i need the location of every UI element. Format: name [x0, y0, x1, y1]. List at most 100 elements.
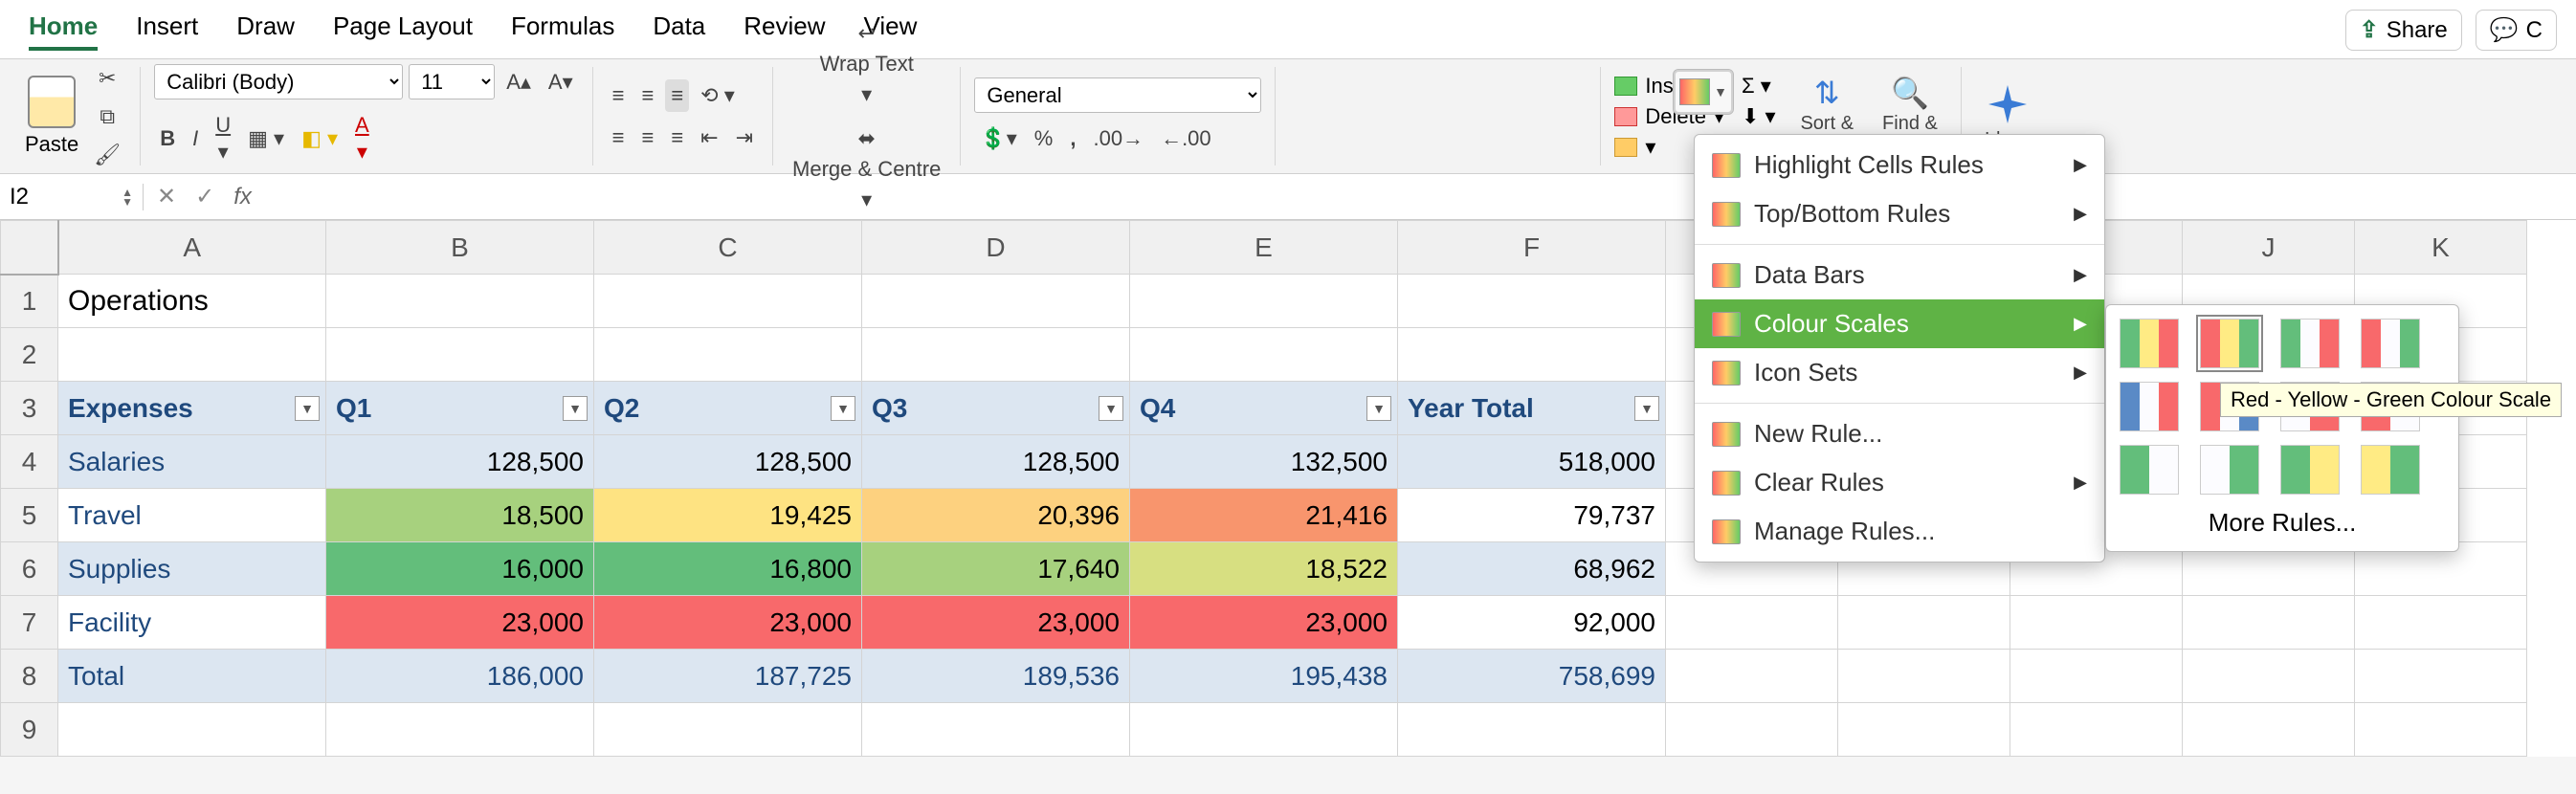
cell-total-q[interactable]: 189,536	[862, 650, 1130, 703]
cell-data[interactable]: 17,640	[862, 542, 1130, 596]
colour-scale-swatch-2[interactable]	[2280, 319, 2340, 368]
column-header-B[interactable]: B	[326, 221, 594, 275]
column-header-A[interactable]: A	[58, 221, 326, 275]
cf-item-manage-rules-[interactable]: Manage Rules...	[1695, 507, 2104, 556]
select-all-corner[interactable]	[1, 221, 58, 275]
cell-data[interactable]: 20,396	[862, 489, 1130, 542]
cell-data[interactable]: 21,416	[1130, 489, 1398, 542]
more-rules-button[interactable]: More Rules...	[2120, 495, 2445, 538]
header-q3[interactable]: Q3▼	[862, 382, 1130, 435]
enter-formula-button[interactable]: ✓	[195, 183, 214, 210]
cell-data[interactable]: 18,522	[1130, 542, 1398, 596]
cell-data[interactable]: 16,000	[326, 542, 594, 596]
cell-E2[interactable]	[1130, 328, 1398, 382]
filter-button-3[interactable]: ▼	[1099, 396, 1123, 421]
cell-A1[interactable]: Operations	[58, 275, 326, 328]
menu-tab-draw[interactable]: Draw	[236, 11, 295, 51]
decrease-indent-button[interactable]: ⇤	[695, 121, 723, 154]
cell-total[interactable]: 68,962	[1398, 542, 1666, 596]
row-header-2[interactable]: 2	[1, 328, 58, 382]
cell-data[interactable]: 19,425	[594, 489, 862, 542]
align-bottom-button[interactable]: ≡	[665, 79, 689, 112]
cell-data[interactable]: 128,500	[326, 435, 594, 489]
cf-item-data-bars[interactable]: Data Bars▶	[1695, 251, 2104, 299]
row-header-5[interactable]: 5	[1, 489, 58, 542]
cell-total-q[interactable]: 195,438	[1130, 650, 1398, 703]
filter-button-4[interactable]: ▼	[1366, 396, 1391, 421]
format-painter-button[interactable]: 🖌	[88, 139, 126, 171]
cell-data[interactable]: 23,000	[1130, 596, 1398, 650]
filter-button-2[interactable]: ▼	[831, 396, 855, 421]
cf-item-highlight-cells-rules[interactable]: Highlight Cells Rules▶	[1695, 141, 2104, 189]
cell-data[interactable]: 23,000	[862, 596, 1130, 650]
cell-data[interactable]: 18,500	[326, 489, 594, 542]
colour-scale-swatch-10[interactable]	[2280, 445, 2340, 495]
cf-item-icon-sets[interactable]: Icon Sets▶	[1695, 348, 2104, 397]
comments-button[interactable]: 💬C	[2476, 10, 2557, 51]
align-middle-button[interactable]: ≡	[635, 79, 659, 112]
row-header-3[interactable]: 3	[1, 382, 58, 435]
borders-button[interactable]: ▦ ▾	[242, 122, 290, 155]
menu-tab-insert[interactable]: Insert	[136, 11, 198, 51]
align-top-button[interactable]: ≡	[607, 79, 631, 112]
underline-button[interactable]: U ▾	[210, 109, 236, 168]
italic-button[interactable]: I	[187, 122, 204, 155]
row-label-total[interactable]: Total	[58, 650, 326, 703]
fx-icon[interactable]: fx	[233, 184, 252, 210]
fill-button[interactable]: ⬇ ▾	[1742, 104, 1777, 129]
colour-scale-swatch-9[interactable]	[2200, 445, 2259, 495]
cell-grand-total[interactable]: 758,699	[1398, 650, 1666, 703]
conditional-formatting-button[interactable]: ▼	[1673, 69, 1734, 115]
copy-button[interactable]: ⧉	[88, 100, 126, 133]
row-label-salaries[interactable]: Salaries	[58, 435, 326, 489]
header-q4[interactable]: Q4▼	[1130, 382, 1398, 435]
currency-button[interactable]: 💲▾	[974, 122, 1022, 155]
column-header-D[interactable]: D	[862, 221, 1130, 275]
menu-tab-page-layout[interactable]: Page Layout	[333, 11, 473, 51]
cell-data[interactable]: 128,500	[862, 435, 1130, 489]
filter-button-0[interactable]: ▼	[295, 396, 320, 421]
colour-scale-swatch-3[interactable]	[2361, 319, 2420, 368]
merge-centre-button[interactable]: ⬌Merge & Centre ▾	[787, 122, 946, 216]
filter-button-5[interactable]: ▼	[1634, 396, 1659, 421]
column-header-C[interactable]: C	[594, 221, 862, 275]
cell-A2[interactable]	[58, 328, 326, 382]
cancel-formula-button[interactable]: ✕	[157, 183, 176, 210]
align-right-button[interactable]: ≡	[665, 121, 689, 154]
percent-button[interactable]: %	[1029, 122, 1059, 155]
cell-data[interactable]: 23,000	[326, 596, 594, 650]
cell-D2[interactable]	[862, 328, 1130, 382]
row-header-1[interactable]: 1	[1, 275, 58, 328]
row-header-9[interactable]: 9	[1, 703, 58, 757]
name-box[interactable]: I2 ▲▼	[0, 184, 144, 210]
header-expenses[interactable]: Expenses▼	[58, 382, 326, 435]
increase-indent-button[interactable]: ⇥	[730, 121, 759, 154]
menu-tab-formulas[interactable]: Formulas	[511, 11, 614, 51]
share-button[interactable]: ⇪Share	[2345, 10, 2462, 51]
bold-button[interactable]: B	[154, 122, 181, 155]
row-label-facility[interactable]: Facility	[58, 596, 326, 650]
header-q1[interactable]: Q1▼	[326, 382, 594, 435]
cell-data[interactable]: 16,800	[594, 542, 862, 596]
column-header-J[interactable]: J	[2183, 221, 2355, 275]
cell-data[interactable]: 132,500	[1130, 435, 1398, 489]
cell-C2[interactable]	[594, 328, 862, 382]
wrap-text-button[interactable]: ↩Wrap Text ▾	[787, 17, 946, 111]
column-header-F[interactable]: F	[1398, 221, 1666, 275]
formula-input[interactable]	[265, 180, 2576, 214]
font-name-select[interactable]: Calibri (Body)	[154, 64, 403, 99]
cell-data[interactable]: 23,000	[594, 596, 862, 650]
font-size-select[interactable]: 11	[409, 64, 495, 99]
cf-item-clear-rules[interactable]: Clear Rules▶	[1695, 458, 2104, 507]
menu-tab-data[interactable]: Data	[653, 11, 705, 51]
cut-button[interactable]: ✂	[88, 62, 126, 95]
cf-item-new-rule-[interactable]: New Rule...	[1695, 409, 2104, 458]
cell-data[interactable]: 128,500	[594, 435, 862, 489]
fill-color-button[interactable]: ◧ ▾	[296, 122, 344, 155]
row-header-7[interactable]: 7	[1, 596, 58, 650]
decrease-font-button[interactable]: A▾	[543, 66, 579, 99]
colour-scale-swatch-8[interactable]	[2120, 445, 2179, 495]
decrease-decimal-button[interactable]: ←.00	[1155, 122, 1217, 155]
cell-F2[interactable]	[1398, 328, 1666, 382]
cf-item-top-bottom-rules[interactable]: Top/Bottom Rules▶	[1695, 189, 2104, 238]
